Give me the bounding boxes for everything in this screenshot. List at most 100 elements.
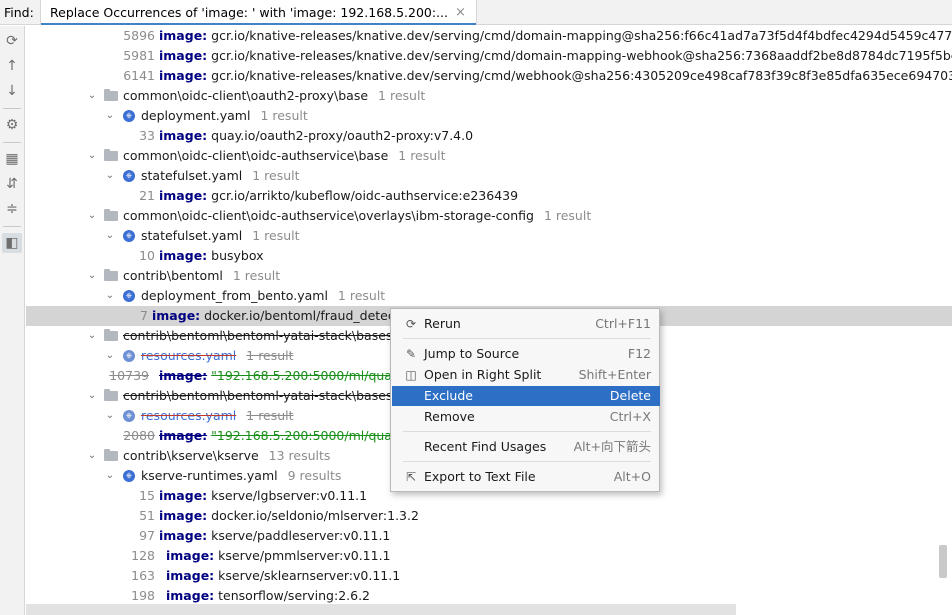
folder-icon [104, 449, 118, 461]
result-count: 13 results [268, 448, 331, 463]
match-keyword: image: [159, 188, 208, 203]
tree-directory-row[interactable]: ⌄ contrib\bentoml 1 result [26, 266, 952, 286]
chevron-down-icon[interactable]: ⌄ [104, 226, 116, 246]
chevron-down-icon[interactable]: ⌄ [104, 106, 116, 126]
item-label: resources.yaml [141, 348, 237, 363]
match-keyword: image: [166, 568, 215, 583]
expand-all-icon[interactable]: ⇵ [2, 174, 22, 194]
menu-item-label: Exclude [424, 388, 473, 403]
match-value: gcr.io/knative-releases/knative.dev/serv… [211, 28, 952, 43]
tree-match-row[interactable]: 5981 image: gcr.io/knative-releases/knati… [26, 46, 952, 66]
folder-icon [104, 209, 118, 221]
tree-match-row[interactable]: 128 image: kserve/pmmlserver:v0.11.1 [26, 546, 952, 566]
match-value: docker.io/bentoml/fraud_detectio [204, 308, 411, 323]
toolbar-divider [3, 108, 21, 109]
menu-item-label: Export to Text File [424, 469, 536, 484]
context-menu: ⟳ Rerun Ctrl+F11 ✎ Jump to Source F12 ◫ … [390, 308, 660, 492]
tree-file-row[interactable]: ⌄ ⎈ statefulset.yaml 1 result [26, 226, 952, 246]
chevron-down-icon[interactable]: ⌄ [86, 326, 98, 346]
menu-item-open-in-right-split[interactable]: ◫ Open in Right Split Shift+Enter [392, 365, 660, 385]
tree-match-row[interactable]: 5896 image: gcr.io/knative-releases/knati… [26, 26, 952, 46]
file-name: deployment.yaml 1 result [141, 106, 308, 126]
chevron-down-icon[interactable]: ⌄ [86, 86, 98, 106]
result-count: 1 result [252, 168, 300, 183]
tree-directory-row[interactable]: ⌄ common\oidc-client\oauth2-proxy\base 1 r… [26, 86, 952, 106]
line-number: 51 [139, 508, 155, 523]
match-keyword: image: [159, 488, 208, 503]
match-text: image: gcr.io/arrikto/kubeflow/oidc-auth… [159, 186, 518, 206]
tree-file-row[interactable]: ⌄ ⎈ deployment_from_bento.yaml 1 result [26, 286, 952, 306]
close-icon[interactable]: × [455, 5, 466, 20]
menu-item-exclude[interactable]: Exclude Delete [392, 386, 660, 406]
match-text: image: gcr.io/knative-releases/knative.d… [159, 26, 952, 46]
line-number: 198 [131, 588, 155, 603]
tree-file-row[interactable]: ⌄ ⎈ statefulset.yaml 1 result [26, 166, 952, 186]
file-name: statefulset.yaml 1 result [141, 166, 300, 186]
group-icon[interactable]: ▦ [2, 149, 22, 169]
chevron-down-icon[interactable]: ⌄ [104, 466, 116, 486]
match-keyword: image: [159, 128, 208, 143]
match-value: busybox [211, 248, 264, 263]
down-arrow-icon[interactable]: ↓ [2, 81, 22, 101]
item-label: deployment.yaml [141, 108, 251, 123]
vertical-scrollbar-thumb[interactable] [939, 545, 947, 578]
folder-icon [104, 329, 118, 341]
tree-match-row[interactable]: 51 image: docker.io/seldonio/mlserver:1.3… [26, 506, 952, 526]
menu-item-label: Rerun [424, 316, 461, 331]
chevron-down-icon[interactable]: ⌄ [86, 206, 98, 226]
tree-match-row[interactable]: 21 image: gcr.io/arrikto/kubeflow/oidc-au… [26, 186, 952, 206]
result-count: 9 results [287, 468, 342, 483]
match-text: image: "192.168.5.200:5000/ml/quay.i [159, 426, 405, 446]
up-arrow-icon[interactable]: ↑ [2, 56, 22, 76]
settings-icon[interactable]: ⚙ [2, 115, 22, 135]
tree-directory-row[interactable]: ⌄ common\oidc-client\oidc-authservice\ove… [26, 206, 952, 226]
file-name: deployment_from_bento.yaml 1 result [141, 286, 385, 306]
menu-item-remove[interactable]: Remove Ctrl+X [392, 407, 660, 427]
menu-item-shortcut: Ctrl+F11 [595, 316, 651, 331]
tree-match-row[interactable]: 10 image: busybox [26, 246, 952, 266]
horizontal-scrollbar[interactable] [26, 604, 736, 615]
menu-item-shortcut: Delete [609, 388, 651, 403]
tree-match-row[interactable]: 33 image: quay.io/oauth2-proxy/oauth2-pro… [26, 126, 952, 146]
menu-item-jump-to-source[interactable]: ✎ Jump to Source F12 [392, 344, 660, 364]
rerun-icon[interactable]: ⟳ [2, 31, 22, 51]
match-value: "192.168.5.200:5000/ml/quay [211, 368, 400, 383]
tree-match-row[interactable]: 198 image: tensorflow/serving:2.6.2 [26, 586, 952, 606]
item-label: common\oidc-client\oauth2-proxy\base [123, 88, 369, 103]
chevron-down-icon[interactable]: ⌄ [86, 446, 98, 466]
tree-directory-row[interactable]: ⌄ common\oidc-client\oidc-authservice\bas… [26, 146, 952, 166]
directory-path: contrib\kserve\kserve 13 results [123, 446, 330, 466]
menu-item-shortcut: Alt+O [613, 469, 651, 484]
kubernetes-file-icon: ⎈ [123, 350, 135, 362]
kubernetes-file-icon: ⎈ [123, 410, 135, 422]
chevron-down-icon[interactable]: ⌄ [104, 166, 116, 186]
preview-icon[interactable]: ◧ [2, 233, 22, 253]
chevron-down-icon[interactable]: ⌄ [104, 346, 116, 366]
match-keyword: image: [159, 68, 208, 83]
tree-match-row[interactable]: 6141 image: gcr.io/knative-releases/knati… [26, 66, 952, 86]
menu-item-export-to-text-file[interactable]: ⇱ Export to Text File Alt+O [392, 467, 660, 487]
menu-item-rerun[interactable]: ⟳ Rerun Ctrl+F11 [392, 314, 660, 334]
chevron-down-icon[interactable]: ⌄ [104, 406, 116, 426]
chevron-down-icon[interactable]: ⌄ [86, 266, 98, 286]
result-count: 1 result [246, 408, 294, 423]
tree-match-row[interactable]: 163 image: kserve/sklearnserver:v0.11.1 [26, 566, 952, 586]
chevron-down-icon[interactable]: ⌄ [104, 286, 116, 306]
collapse-all-icon[interactable]: ≑ [2, 199, 22, 219]
match-keyword: image: [159, 428, 208, 443]
tree-file-row[interactable]: ⌄ ⎈ deployment.yaml 1 result [26, 106, 952, 126]
find-results-tab[interactable]: Replace Occurrences of 'image: ' with 'i… [40, 0, 477, 25]
directory-path: contrib\bentoml\bentoml-yatai-stack\base… [123, 326, 412, 346]
chevron-down-icon[interactable]: ⌄ [86, 386, 98, 406]
match-keyword: image: [159, 508, 208, 523]
result-count: 1 result [398, 148, 446, 163]
tree-match-row[interactable]: 97 image: kserve/paddleserver:v0.11.1 [26, 526, 952, 546]
menu-item-recent-find-usages[interactable]: Recent Find Usages Alt+向下箭头 [392, 437, 660, 457]
line-number: 33 [139, 128, 155, 143]
chevron-down-icon[interactable]: ⌄ [86, 146, 98, 166]
active-tab-indicator [41, 23, 476, 25]
menu-item-shortcut: Alt+向下箭头 [573, 439, 651, 454]
menu-item-label: Remove [424, 409, 475, 424]
export-icon: ⇱ [405, 470, 417, 484]
menu-item-label: Recent Find Usages [424, 439, 547, 454]
